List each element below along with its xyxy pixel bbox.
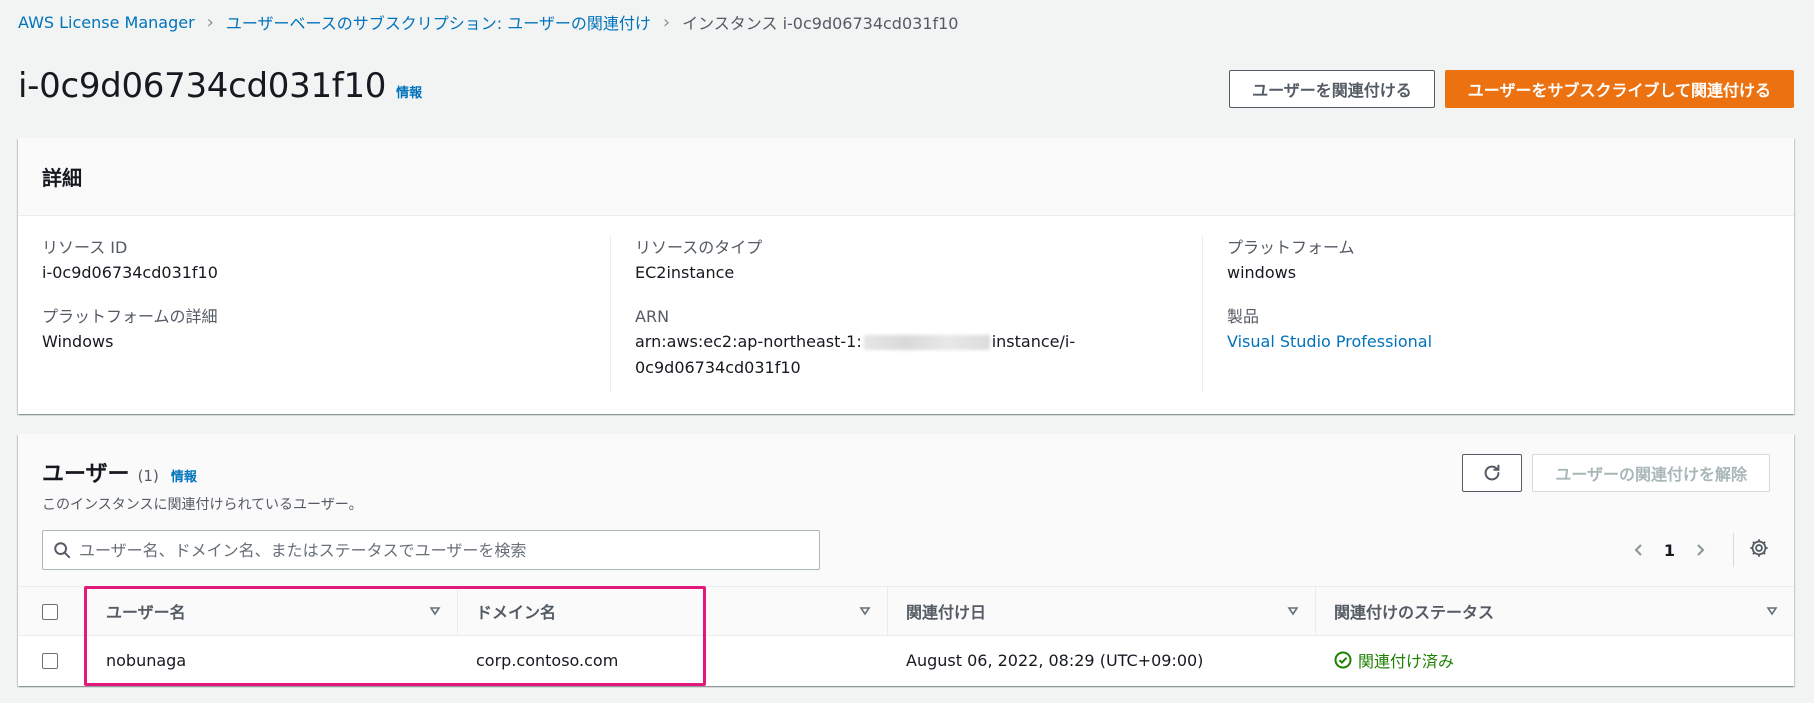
users-table: ユーザー名 ドメイン名 関連付け日 関連付けのステータス nobunaga co… — [18, 586, 1794, 684]
chevron-left-icon[interactable] — [1626, 537, 1652, 563]
details-panel: 詳細 リソース ID i-0c9d06734cd031f10 プラットフォームの… — [18, 138, 1794, 414]
product-label: 製品 — [1227, 307, 1260, 326]
breadcrumb-current: インスタンス i-0c9d06734cd031f10 — [682, 14, 959, 33]
column-username-label: ユーザー名 — [106, 603, 186, 622]
resource-id-value: i-0c9d06734cd031f10 — [42, 263, 218, 282]
arn-label: ARN — [635, 307, 670, 326]
arn-prefix: arn:aws:ec2:ap-northeast-1: — [635, 332, 862, 351]
chevron-right-icon[interactable] — [1687, 537, 1713, 563]
platform-detail-label: プラットフォームの詳細 — [42, 307, 218, 326]
associate-users-button[interactable]: ユーザーを関連付ける — [1229, 70, 1435, 108]
product-link[interactable]: Visual Studio Professional — [1227, 332, 1432, 351]
details-grid: リソース ID i-0c9d06734cd031f10 プラットフォームの詳細 … — [18, 216, 1794, 392]
details-header: 詳細 — [18, 138, 1794, 216]
table-row[interactable]: nobunaga corp.contoso.com August 06, 202… — [18, 636, 1794, 685]
users-info-link[interactable]: 情報 — [171, 466, 197, 485]
arn-line2: 0c9d06734cd031f10 — [635, 358, 801, 377]
users-title-row: ユーザー (1) 情報 — [42, 456, 197, 488]
column-status[interactable]: 関連付けのステータス — [1316, 587, 1794, 636]
cell-domain: corp.contoso.com — [476, 650, 619, 670]
row-checkbox[interactable] — [42, 653, 58, 669]
search-input[interactable] — [79, 540, 819, 560]
status-badge: 関連付け済み — [1334, 648, 1454, 672]
subscribe-associate-button[interactable]: ユーザーをサブスクライブして関連付ける — [1444, 70, 1794, 108]
sort-caret-icon — [1766, 602, 1778, 621]
header-actions: ユーザーを関連付ける ユーザーをサブスクライブして関連付ける — [1229, 70, 1794, 108]
refresh-button[interactable] — [1462, 454, 1523, 492]
column-status-label: 関連付けのステータス — [1334, 603, 1495, 622]
arn-value: arn:aws:ec2:ap-northeast-1: instance/i- 0c… — [635, 329, 1178, 381]
resource-id-label: リソース ID — [42, 238, 128, 257]
details-title: 詳細 — [42, 166, 82, 190]
users-panel: ユーザー (1) 情報 このインスタンスに関連付けられているユーザー。 ユーザー… — [18, 434, 1794, 686]
users-actions: ユーザーの関連付けを解除 — [1462, 454, 1770, 492]
chevron-right-icon: › — [662, 11, 671, 33]
breadcrumb-user-subscriptions[interactable]: ユーザーベースのサブスクリプション: ユーザーの関連付け — [226, 10, 651, 34]
status-text: 関連付け済み — [1358, 652, 1455, 671]
info-link[interactable]: 情報 — [396, 82, 422, 101]
gear-icon[interactable] — [1748, 537, 1770, 563]
redacted-account-id — [863, 335, 990, 350]
platform-value: windows — [1227, 263, 1297, 282]
table-header-row: ユーザー名 ドメイン名 関連付け日 関連付けのステータス — [18, 586, 1794, 636]
refresh-icon — [1484, 464, 1500, 481]
column-domain-label: ドメイン名 — [476, 603, 557, 622]
sort-caret-icon — [429, 602, 441, 621]
column-date[interactable]: 関連付け日 — [888, 587, 1316, 636]
cell-username: nobunaga — [106, 650, 187, 670]
users-description: このインスタンスに関連付けられているユーザー。 — [42, 497, 363, 513]
sort-caret-icon — [859, 602, 871, 621]
page-header: i-0c9d06734cd031f10 情報 — [18, 66, 422, 106]
arn-suffix: instance/i- — [991, 332, 1076, 351]
breadcrumb: AWS License Manager › ユーザーベースのサブスクリプション:… — [18, 10, 959, 34]
cell-date: August 06, 2022, 08:29 (UTC+09:00) — [906, 650, 1204, 670]
pager-divider — [1733, 533, 1734, 567]
users-header: ユーザー (1) 情報 このインスタンスに関連付けられているユーザー。 ユーザー… — [18, 434, 1794, 586]
platform-detail-value: Windows — [42, 332, 114, 351]
check-circle-icon — [1334, 651, 1352, 669]
select-all-checkbox[interactable] — [42, 604, 58, 620]
resource-type-value: EC2instance — [635, 263, 735, 282]
pagination: 1 — [1626, 530, 1770, 570]
disassociate-users-button[interactable]: ユーザーの関連付けを解除 — [1532, 454, 1770, 492]
column-username[interactable]: ユーザー名 — [88, 587, 458, 636]
resource-type-label: リソースのタイプ — [635, 238, 763, 257]
users-title: ユーザー — [42, 462, 130, 487]
details-column-3: プラットフォーム windows 製品 Visual Studio Profes… — [1202, 236, 1794, 392]
users-count: (1) — [137, 467, 159, 485]
platform-label: プラットフォーム — [1227, 238, 1355, 257]
page-number[interactable]: 1 — [1664, 541, 1675, 560]
sort-caret-icon — [1287, 602, 1299, 621]
search-box — [42, 530, 820, 570]
page-title: i-0c9d06734cd031f10 — [18, 66, 387, 106]
details-column-2: リソースのタイプ EC2instance ARN arn:aws:ec2:ap-… — [610, 236, 1202, 392]
breadcrumb-license-manager[interactable]: AWS License Manager — [18, 13, 195, 32]
column-domain[interactable]: ドメイン名 — [458, 587, 888, 636]
column-date-label: 関連付け日 — [906, 603, 987, 622]
chevron-right-icon: › — [206, 11, 214, 33]
details-column-1: リソース ID i-0c9d06734cd031f10 プラットフォームの詳細 … — [18, 236, 610, 392]
search-icon — [54, 542, 71, 559]
